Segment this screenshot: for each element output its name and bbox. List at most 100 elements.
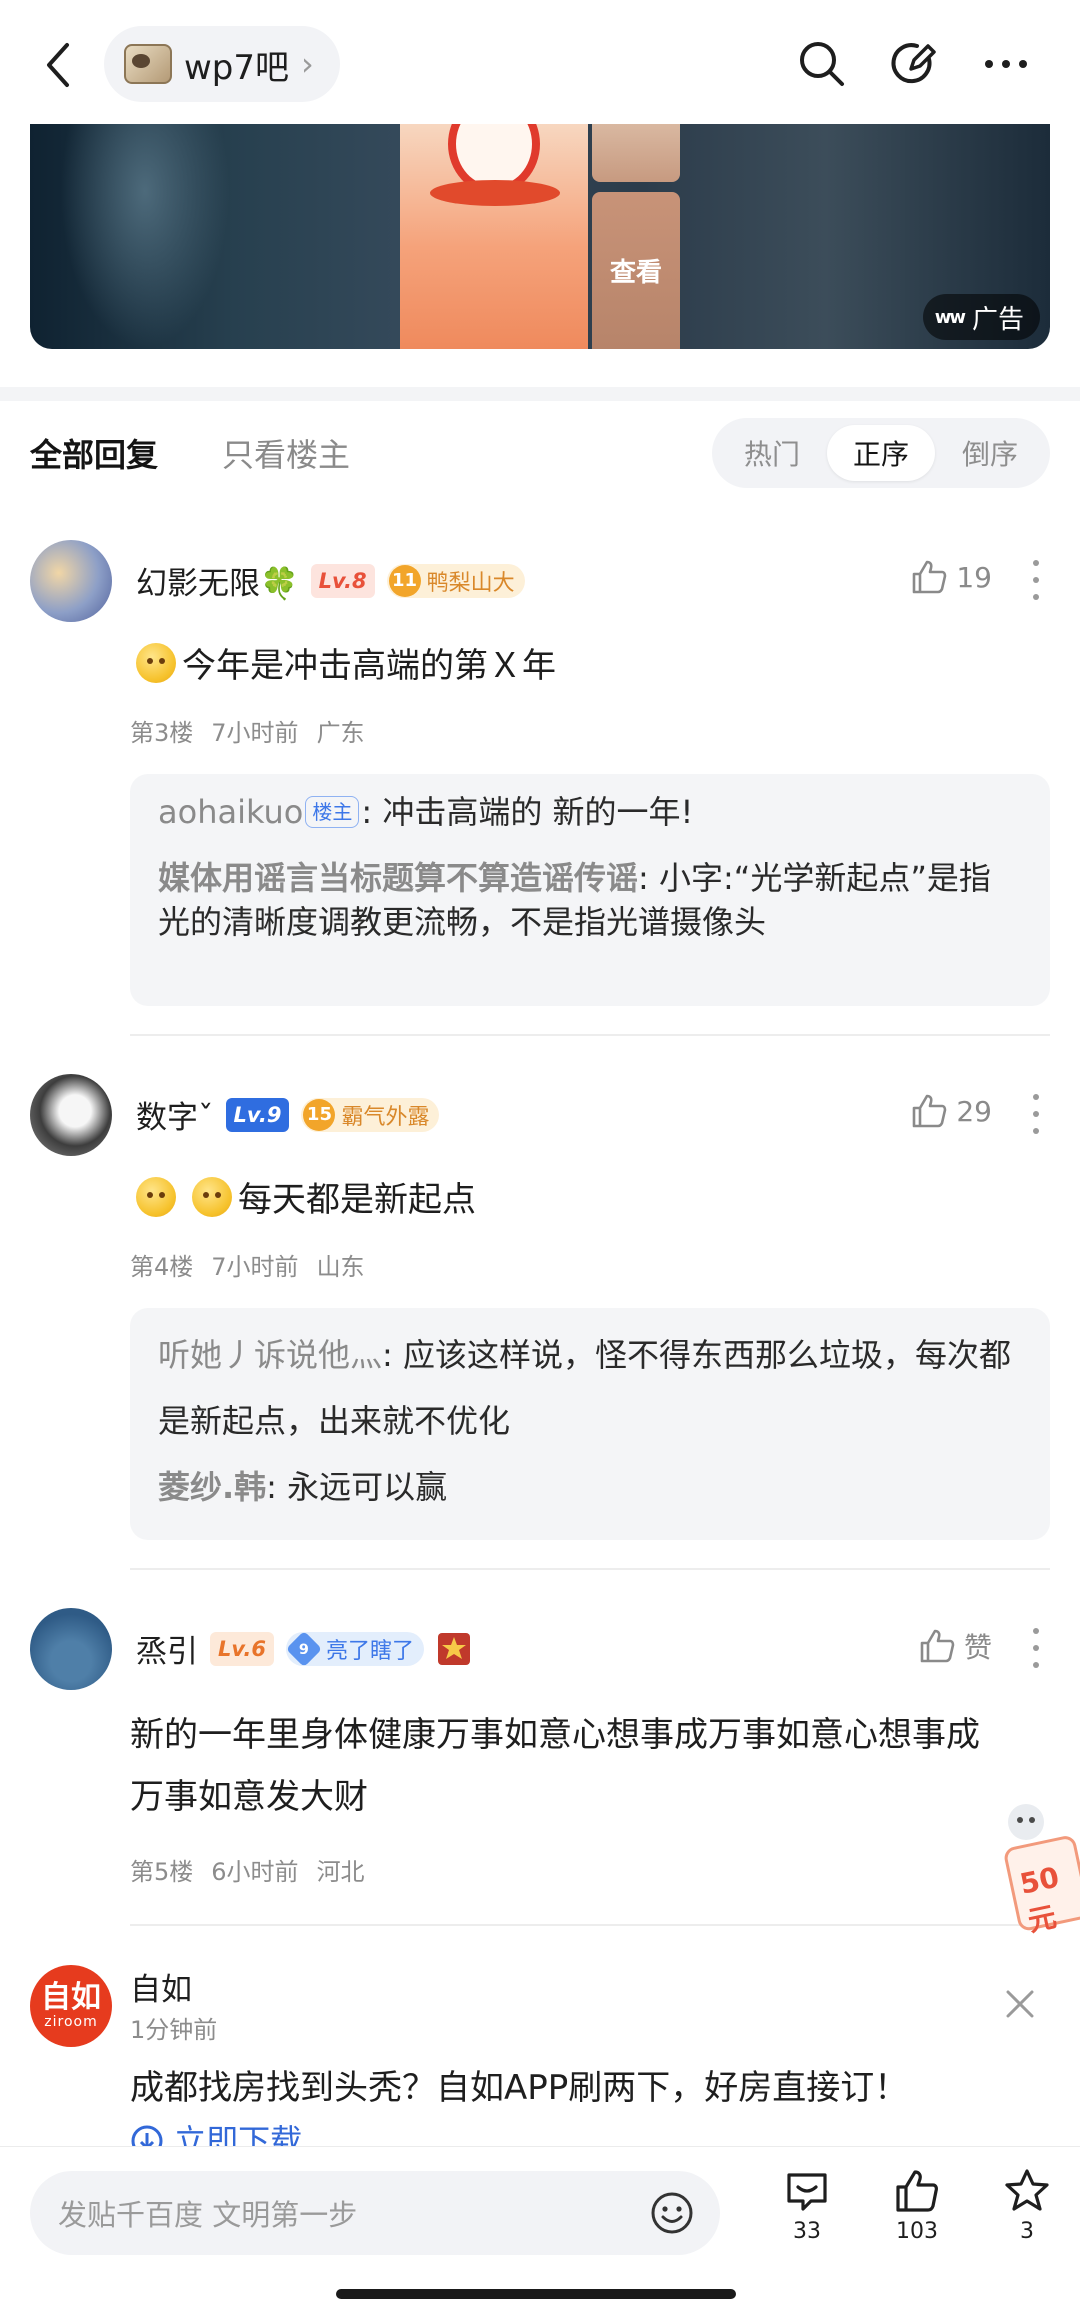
sponsor-logo-sub: ziroom: [44, 2014, 98, 2030]
avatar[interactable]: [30, 540, 112, 622]
sub-replies[interactable]: 听她丿诉说他灬: 应该这样说，怪不得东西那么垃圾，每次都是新起点，出来就不优化 …: [130, 1308, 1050, 1540]
section-divider: [0, 387, 1080, 401]
comment-meta: 第5楼 6小时前 河北: [130, 1852, 365, 1887]
sub-reply-user[interactable]: aohaikuo: [158, 793, 303, 831]
username[interactable]: 幻影无限🍀: [136, 558, 299, 603]
floor-number: 第4楼: [130, 1253, 194, 1281]
floor-number: 第5楼: [130, 1858, 194, 1886]
thumbs-up-icon: [896, 2170, 938, 2212]
sub-reply: 媒体用谣言当标题算不算造谣传谣: 小字:“光学新起点”是指光的清晰度调教更流畅，…: [158, 856, 1022, 944]
sponsor-name[interactable]: 自如: [130, 1964, 192, 2009]
ad-product-image: [400, 124, 588, 349]
avatar[interactable]: [30, 1608, 112, 1690]
comment-text: 新的一年里身体健康万事如意心想事成万事如意心想事成万事如意发大财: [130, 1715, 980, 1817]
ad-banner[interactable]: 查看 ww 广告: [30, 124, 1050, 349]
ad-badge[interactable]: ww 广告: [922, 294, 1040, 340]
comments-button[interactable]: 33: [762, 2167, 852, 2244]
home-indicator: [336, 2289, 736, 2299]
sub-replies[interactable]: aohaikuo 楼主: 冲击高端的 新的一年! 媒体用谣言当标题算不算造谣传谣:…: [130, 774, 1050, 1006]
emoji-icon: [192, 1177, 232, 1217]
emoji-icon: [136, 1177, 176, 1217]
ad-network-logo-icon: ww: [934, 306, 966, 328]
comment-meta: 第4楼 7小时前 山东: [130, 1247, 365, 1282]
sponsor-logo-main: 自如: [41, 1980, 101, 2015]
like-button[interactable]: 赞: [918, 1626, 992, 1666]
more-options-button[interactable]: [976, 34, 1036, 94]
username[interactable]: 数字ˇ: [136, 1092, 214, 1137]
avatar[interactable]: [30, 1074, 112, 1156]
star-icon: [1005, 2169, 1049, 2211]
comments-count: 33: [793, 2219, 821, 2244]
forum-entry-button[interactable]: wp7吧 ›: [104, 26, 340, 102]
sub-reply-text: : 冲击高端的 新的一年!: [361, 793, 694, 831]
ad-view-label: 查看: [609, 258, 662, 288]
emoji-icon: [136, 643, 176, 683]
comment-text: 每天都是新起点: [238, 1180, 476, 1220]
level-badge: Lv.9: [225, 1097, 290, 1132]
back-button[interactable]: [30, 30, 86, 100]
title-badge: 15 霸气外露: [301, 1097, 440, 1132]
like-post-button[interactable]: 103: [872, 2167, 962, 2244]
title-badge: 11 鸭梨山大: [386, 563, 525, 598]
like-count: 29: [956, 1094, 992, 1128]
medal-icon: [437, 1632, 470, 1665]
back-arrow-icon: [47, 43, 69, 87]
user-info-row: 幻影无限🍀 Lv.8 11 鸭梨山大: [136, 558, 525, 603]
sub-reply-user[interactable]: 菱纱.韩: [158, 1468, 266, 1506]
more-vertical-icon[interactable]: [1028, 1094, 1044, 1134]
tab-all-replies[interactable]: 全部回复: [30, 430, 158, 476]
sponsor-logo[interactable]: 自如 ziroom: [30, 1965, 112, 2047]
download-link[interactable]: 立即下载: [130, 2116, 302, 2146]
sort-ascending-option[interactable]: 正序: [827, 425, 935, 481]
reply-input[interactable]: 发贴千百度 文明第一步: [30, 2171, 720, 2255]
badge-number: 11: [388, 564, 421, 597]
more-horizontal-icon: [985, 60, 1027, 68]
like-label: 赞: [963, 1631, 992, 1664]
comment-text-row: 今年是冲击高端的第Ｘ年: [136, 636, 1050, 696]
badge-text: 霸气外露: [341, 1104, 430, 1130]
download-icon: [131, 2125, 163, 2146]
sort-hot-option[interactable]: 热门: [718, 425, 826, 481]
ip-location: 广东: [316, 719, 365, 747]
username[interactable]: 烝引: [136, 1626, 198, 1671]
thumbs-up-icon: [920, 1629, 955, 1663]
tab-host-only[interactable]: 只看楼主: [222, 430, 350, 476]
sort-descending-option[interactable]: 倒序: [936, 425, 1044, 481]
reply-input-placeholder: 发贴千百度 文明第一步: [58, 2198, 358, 2232]
ad-view-tile[interactable]: 查看: [592, 192, 680, 349]
chevron-right-icon: ›: [301, 45, 314, 83]
ip-location: 河北: [316, 1858, 365, 1886]
more-vertical-icon[interactable]: [1028, 1628, 1044, 1668]
badge-number-text: 9: [298, 1640, 309, 1657]
like-button[interactable]: 19: [910, 558, 992, 596]
emoji-picker-icon[interactable]: [650, 2191, 694, 2235]
ad-tile: [592, 124, 680, 182]
title-badge: 9 亮了瞎了: [285, 1630, 424, 1667]
sub-reply-user[interactable]: 听她丿诉说他灬: [158, 1336, 382, 1374]
reply-filter-bar: 全部回复 只看楼主 热门 正序 倒序: [0, 402, 1080, 502]
favorite-button[interactable]: 3: [982, 2167, 1072, 2244]
close-ad-button[interactable]: [1000, 1984, 1040, 2024]
sub-reply: aohaikuo 楼主: 冲击高端的 新的一年!: [158, 790, 1022, 834]
close-icon: [1006, 1990, 1034, 2018]
comment-divider: [130, 1034, 1050, 1036]
sort-toggle: 热门 正序 倒序: [712, 418, 1050, 488]
comment-meta: 第3楼 7小时前 广东: [130, 713, 365, 748]
badge-text: 鸭梨山大: [426, 570, 515, 596]
ad-stage-shape: [430, 180, 560, 206]
compose-button[interactable]: [884, 34, 944, 94]
search-button[interactable]: [792, 34, 852, 94]
more-vertical-icon[interactable]: [1028, 560, 1044, 600]
ip-location: 山东: [316, 1253, 365, 1281]
sponsor-text[interactable]: 成都找房找到头秃？自如APP刷两下，好房直接订！: [130, 2060, 908, 2109]
likes-count: 103: [896, 2219, 938, 2244]
sub-reply-user[interactable]: 媒体用谣言当标题算不算造谣传谣: [158, 859, 638, 897]
like-button[interactable]: 29: [910, 1092, 992, 1130]
user-info-row: 烝引 Lv.6 9 亮了瞎了: [136, 1626, 472, 1671]
thumbs-up-icon: [913, 1094, 947, 1128]
user-info-row: 数字ˇ Lv.9 15 霸气外露: [136, 1092, 440, 1137]
level-badge: Lv.6: [210, 1631, 274, 1666]
floating-coupon[interactable]: 50元: [998, 1798, 1080, 1938]
floor-number: 第3楼: [130, 719, 194, 747]
favorites-count: 3: [1020, 2219, 1034, 2244]
